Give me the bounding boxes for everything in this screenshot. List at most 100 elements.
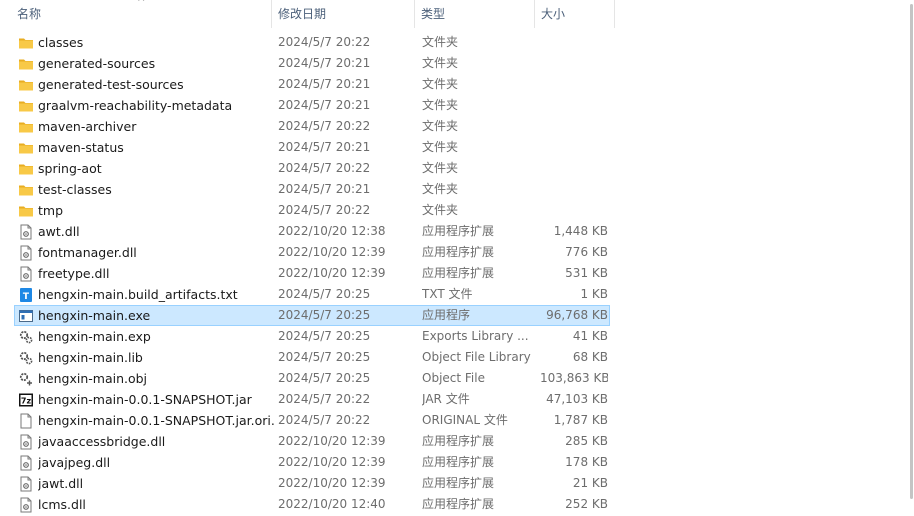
file-name: jawt.dll xyxy=(38,476,84,491)
file-date: 2024/5/7 20:25 xyxy=(278,308,371,322)
file-row[interactable]: hengxin-main.lib 2024/5/7 20:25 Object Fil… xyxy=(14,347,610,368)
file-name: tmp xyxy=(38,203,64,218)
file-row[interactable]: hengxin-main-0.0.1-SNAPSHOT.jar.ori... 20… xyxy=(14,410,610,431)
file-type: 文件夹 xyxy=(422,203,459,217)
column-header-size[interactable]: 大小 xyxy=(541,0,565,28)
file-size: 776 KB xyxy=(565,245,608,259)
file-size: 178 KB xyxy=(565,455,608,469)
file-size: 21 KB xyxy=(572,476,608,490)
folder-icon xyxy=(18,140,34,156)
file-size xyxy=(540,117,608,136)
file-row[interactable]: generated-sources 2024/5/7 20:21 文件夹 xyxy=(14,53,610,74)
file-date: 2022/10/20 12:39 xyxy=(278,266,386,280)
file-date: 2024/5/7 20:22 xyxy=(278,35,371,49)
file-size xyxy=(540,159,608,178)
file-row[interactable]: test-classes 2024/5/7 20:21 文件夹 xyxy=(14,179,610,200)
folder-icon xyxy=(18,98,34,114)
scrollbar-thumb[interactable] xyxy=(910,4,913,499)
file-name: fontmanager.dll xyxy=(38,245,137,260)
column-divider[interactable] xyxy=(534,0,535,28)
file-row[interactable]: fontmanager.dll 2022/10/20 12:39 应用程序扩展 776… xyxy=(14,242,610,263)
file-row[interactable]: javajpeg.dll 2022/10/20 12:39 应用程序扩展 178 KB xyxy=(14,452,610,473)
file-row[interactable]: hengxin-main.obj 2024/5/7 20:25 Object Fil… xyxy=(14,368,610,389)
file-date: 2022/10/20 12:38 xyxy=(278,224,386,238)
file-row[interactable]: tmp 2024/5/7 20:22 文件夹 xyxy=(14,200,610,221)
file-row[interactable]: graalvm-reachability-metadata 2024/5/7 20… xyxy=(14,95,610,116)
column-header-name[interactable]: 名称 xyxy=(17,0,41,28)
file-size xyxy=(540,96,608,115)
blank-file-icon xyxy=(18,413,34,429)
file-size: 47,103 KB xyxy=(546,392,608,406)
file-row[interactable]: jawt.dll 2022/10/20 12:39 应用程序扩展 21 KB xyxy=(14,473,610,494)
exp-icon xyxy=(18,329,34,345)
dll-icon xyxy=(18,224,34,240)
file-name: hengxin-main.build_artifacts.txt xyxy=(38,287,238,302)
file-name: javajpeg.dll xyxy=(38,455,111,470)
file-type: 应用程序扩展 xyxy=(422,455,495,469)
file-type: JAR 文件 xyxy=(422,392,470,406)
folder-icon xyxy=(18,182,34,198)
column-header-type[interactable]: 类型 xyxy=(421,0,445,28)
file-name: hengxin-main-0.0.1-SNAPSHOT.jar xyxy=(38,392,252,407)
file-row[interactable]: maven-status 2024/5/7 20:21 文件夹 xyxy=(14,137,610,158)
jar-7zip-icon: 7z xyxy=(18,392,34,408)
file-date: 2024/5/7 20:22 xyxy=(278,161,371,175)
file-name: hengxin-main.exp xyxy=(38,329,151,344)
file-row[interactable]: spring-aot 2024/5/7 20:22 文件夹 xyxy=(14,158,610,179)
file-type: 文件夹 xyxy=(422,161,459,175)
file-name: maven-archiver xyxy=(38,119,137,134)
obj-icon xyxy=(18,371,34,387)
file-row[interactable]: generated-test-sources 2024/5/7 20:21 文件夹 xyxy=(14,74,610,95)
file-name: hengxin-main.obj xyxy=(38,371,148,386)
file-name: maven-status xyxy=(38,140,124,155)
file-date: 2024/5/7 20:21 xyxy=(278,98,371,112)
file-type: TXT 文件 xyxy=(422,287,473,301)
file-type: Object File Library xyxy=(422,350,531,364)
file-row[interactable]: Thengxin-main.build_artifacts.txt 2024/5/… xyxy=(14,284,610,305)
svg-text:T: T xyxy=(23,292,30,302)
file-row[interactable]: classes 2024/5/7 20:22 文件夹 xyxy=(14,32,610,53)
file-type: 文件夹 xyxy=(422,182,459,196)
file-size: 252 KB xyxy=(565,497,608,511)
file-date: 2024/5/7 20:22 xyxy=(278,413,371,427)
file-name: classes xyxy=(38,35,84,50)
column-divider[interactable] xyxy=(614,0,615,28)
column-divider[interactable] xyxy=(271,0,272,28)
column-header-date[interactable]: 修改日期 xyxy=(278,0,326,28)
dll-icon xyxy=(18,455,34,471)
file-date: 2024/5/7 20:21 xyxy=(278,56,371,70)
file-size: 1,448 KB xyxy=(553,224,608,238)
file-row[interactable]: hengxin-main.exp 2024/5/7 20:25 Exports Li… xyxy=(14,326,610,347)
folder-icon xyxy=(18,119,34,135)
file-row[interactable]: freetype.dll 2022/10/20 12:39 应用程序扩展 531 KB xyxy=(14,263,610,284)
dll-icon xyxy=(18,434,34,450)
file-row[interactable]: javaaccessbridge.dll 2022/10/20 12:39 应用程序… xyxy=(14,431,610,452)
lib-icon xyxy=(18,350,34,366)
file-type: Object File xyxy=(422,371,485,385)
file-name: javaaccessbridge.dll xyxy=(38,434,166,449)
file-size: 1,787 KB xyxy=(553,413,608,427)
column-divider[interactable] xyxy=(414,0,415,28)
file-name: freetype.dll xyxy=(38,266,110,281)
folder-icon xyxy=(18,77,34,93)
vertical-scrollbar[interactable] xyxy=(908,0,914,515)
file-type: ORIGINAL 文件 xyxy=(422,413,508,427)
file-row[interactable]: awt.dll 2022/10/20 12:38 应用程序扩展 1,448 KB xyxy=(14,221,610,242)
file-date: 2024/5/7 20:25 xyxy=(278,287,371,301)
file-date: 2024/5/7 20:22 xyxy=(278,203,371,217)
file-row[interactable]: 7z hengxin-main-0.0.1-SNAPSHOT.jar 2024/5/… xyxy=(14,389,610,410)
file-date: 2024/5/7 20:22 xyxy=(278,119,371,133)
file-row-selected[interactable]: hengxin-main.exe 2024/5/7 20:25 应用程序 96,768… xyxy=(14,305,610,326)
file-size xyxy=(540,138,608,157)
file-size: 285 KB xyxy=(565,434,608,448)
folder-icon xyxy=(18,203,34,219)
file-size: 1 KB xyxy=(580,287,608,301)
file-type: 文件夹 xyxy=(422,98,459,112)
file-row[interactable]: lcms.dll 2022/10/20 12:40 应用程序扩展 252 KB xyxy=(14,494,610,515)
file-date: 2022/10/20 12:39 xyxy=(278,245,386,259)
folder-icon xyxy=(18,161,34,177)
file-type: 应用程序扩展 xyxy=(422,266,495,280)
file-date: 2024/5/7 20:21 xyxy=(278,140,371,154)
file-row[interactable]: maven-archiver 2024/5/7 20:22 文件夹 xyxy=(14,116,610,137)
file-date: 2024/5/7 20:25 xyxy=(278,350,371,364)
